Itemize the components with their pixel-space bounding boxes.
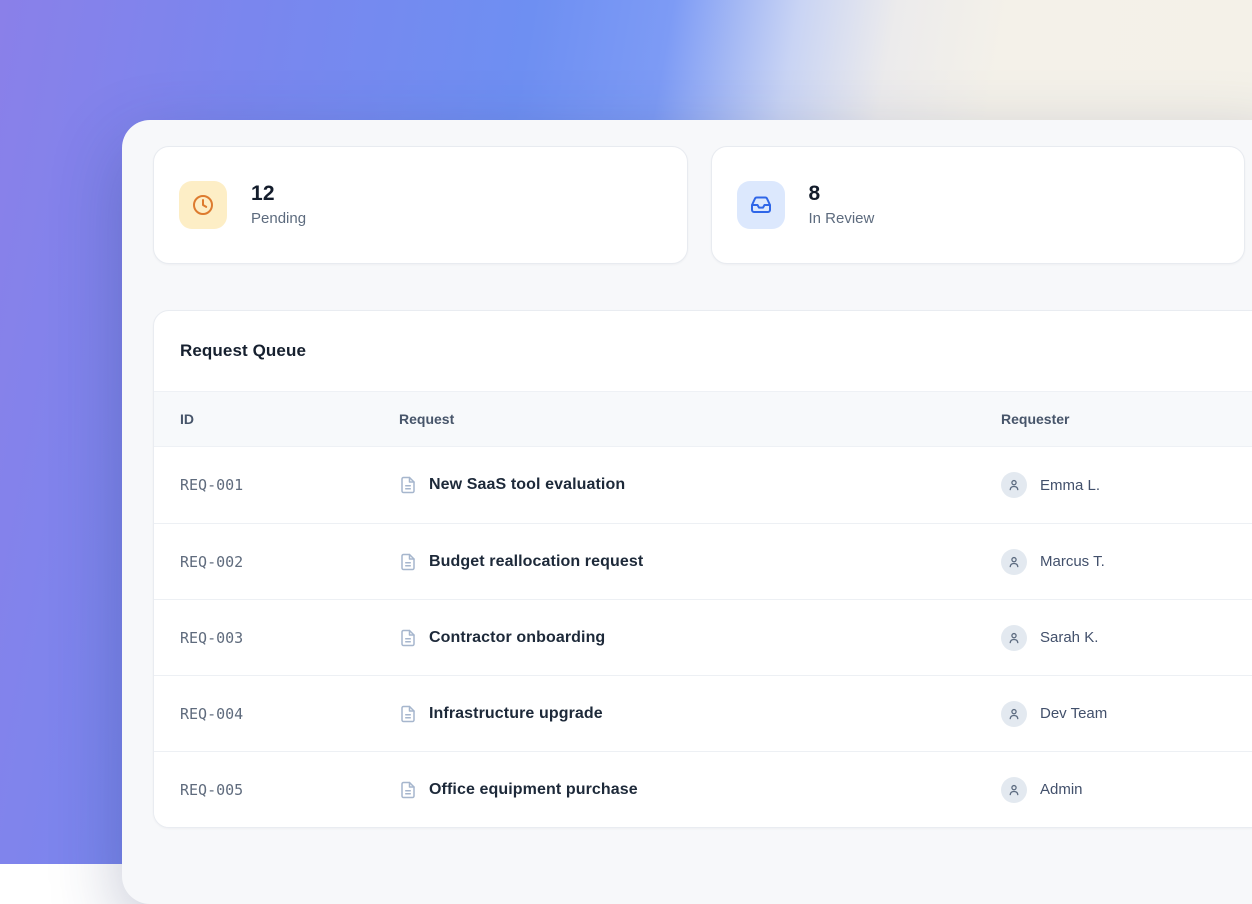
requester-name: Emma L. — [1040, 477, 1100, 494]
table-row[interactable]: REQ-001 New SaaS tool evaluation Emma L. — [154, 447, 1252, 523]
stat-text: 12 Pending — [251, 181, 306, 229]
column-header-request: Request — [399, 411, 1001, 427]
table-row[interactable]: REQ-005 Office equipment purchase Admin — [154, 751, 1252, 827]
request-queue-card: Request Queue ID Request Requester REQ-0… — [153, 310, 1252, 828]
request-id: REQ-004 — [180, 705, 399, 723]
requester-name: Marcus T. — [1040, 553, 1105, 570]
avatar — [1001, 472, 1027, 498]
stats-row: 12 Pending 8 In Review — [153, 146, 1245, 264]
avatar — [1001, 701, 1027, 727]
requester-cell: Sarah K. — [1001, 625, 1252, 651]
pending-label: Pending — [251, 208, 306, 229]
table-row[interactable]: REQ-003 Contractor onboarding Sarah K. — [154, 599, 1252, 675]
clock-icon — [179, 181, 227, 229]
document-icon — [399, 476, 417, 494]
requester-name: Sarah K. — [1040, 629, 1098, 646]
in-review-count: 8 — [809, 181, 875, 207]
document-icon — [399, 553, 417, 571]
column-header-id: ID — [180, 411, 399, 427]
pending-count: 12 — [251, 181, 306, 207]
table-title: Request Queue — [180, 341, 306, 361]
table-body: REQ-001 New SaaS tool evaluation Emma L. — [154, 447, 1252, 827]
stat-text: 8 In Review — [809, 181, 875, 229]
requester-cell: Emma L. — [1001, 472, 1252, 498]
request-title: Contractor onboarding — [429, 629, 605, 647]
in-review-label: In Review — [809, 208, 875, 229]
stat-card-in-review: 8 In Review — [711, 146, 1246, 264]
request-cell: Infrastructure upgrade — [399, 705, 1001, 723]
request-cell: New SaaS tool evaluation — [399, 476, 1001, 494]
request-title: Office equipment purchase — [429, 781, 638, 799]
request-title: Budget reallocation request — [429, 553, 643, 571]
document-icon — [399, 629, 417, 647]
stat-card-pending: 12 Pending — [153, 146, 688, 264]
document-icon — [399, 781, 417, 799]
requester-name: Admin — [1040, 781, 1083, 798]
request-cell: Office equipment purchase — [399, 781, 1001, 799]
request-cell: Budget reallocation request — [399, 553, 1001, 571]
app-panel: 12 Pending 8 In Review Request Queue ID — [122, 120, 1252, 904]
avatar — [1001, 625, 1027, 651]
request-id: REQ-005 — [180, 781, 399, 799]
table-header-row: ID Request Requester — [154, 391, 1252, 447]
requester-cell: Marcus T. — [1001, 549, 1252, 575]
request-id: REQ-002 — [180, 553, 399, 571]
table-title-bar: Request Queue — [154, 311, 1252, 391]
table-row[interactable]: REQ-002 Budget reallocation request Marc… — [154, 523, 1252, 599]
requester-name: Dev Team — [1040, 705, 1107, 722]
column-header-requester: Requester — [1001, 411, 1252, 427]
requester-cell: Admin — [1001, 777, 1252, 803]
avatar — [1001, 777, 1027, 803]
request-id: REQ-003 — [180, 629, 399, 647]
inbox-icon — [737, 181, 785, 229]
request-title: Infrastructure upgrade — [429, 705, 603, 723]
request-id: REQ-001 — [180, 476, 399, 494]
avatar — [1001, 549, 1027, 575]
requester-cell: Dev Team — [1001, 701, 1252, 727]
request-title: New SaaS tool evaluation — [429, 476, 625, 494]
table-row[interactable]: REQ-004 Infrastructure upgrade Dev Team — [154, 675, 1252, 751]
document-icon — [399, 705, 417, 723]
request-cell: Contractor onboarding — [399, 629, 1001, 647]
